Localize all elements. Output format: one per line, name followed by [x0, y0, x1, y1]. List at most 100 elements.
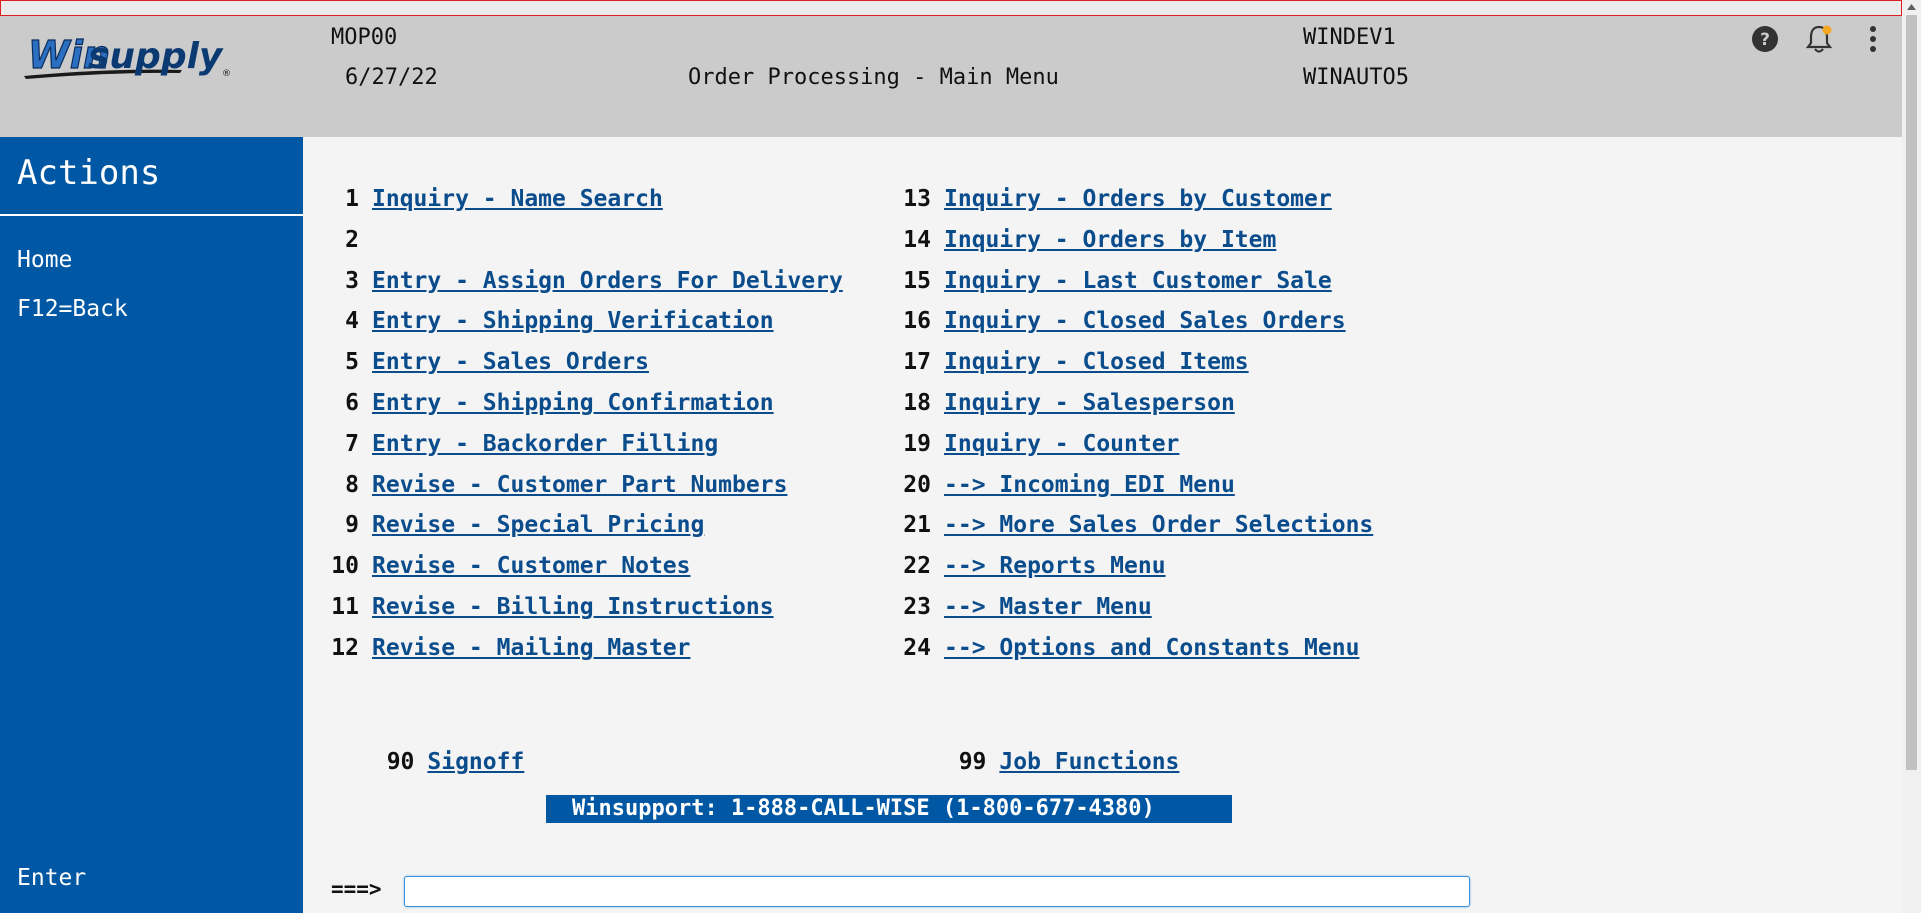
menu-option-number: 9	[345, 512, 359, 539]
menu-row-signoff: 90 Signoff	[303, 711, 525, 775]
header-bar: Win supply ® MOP00 6/27/22 Order Process…	[0, 16, 1902, 137]
scroll-up-arrow-icon[interactable]	[1902, 0, 1921, 14]
command-prompt: ===>	[331, 877, 382, 901]
command-input[interactable]	[404, 876, 1470, 907]
vertical-scrollbar[interactable]	[1902, 0, 1921, 913]
menu-option-link[interactable]: Inquiry - Salesperson	[944, 390, 1235, 416]
menu-row: 17 Inquiry - Closed Items	[875, 345, 1249, 379]
menu-option-link[interactable]: Revise - Billing Instructions	[372, 594, 774, 620]
menu-row: 12 Revise - Mailing Master	[303, 631, 691, 665]
menu-option-link[interactable]: Revise - Customer Part Numbers	[372, 472, 787, 498]
sidebar-item-home[interactable]: Home	[17, 247, 72, 273]
menu-row: 14 Inquiry - Orders by Item	[875, 223, 1276, 257]
menu-option-number: 1	[345, 186, 359, 212]
svg-text:?: ?	[1760, 30, 1770, 50]
menu-option-link[interactable]: Inquiry - Orders by Item	[944, 227, 1276, 253]
menu-option-number: 3	[345, 267, 359, 294]
menu-option-link[interactable]: --> Master Menu	[944, 594, 1152, 620]
menu-option-number: 99	[958, 749, 987, 775]
menu-row: 16 Inquiry - Closed Sales Orders	[875, 304, 1346, 338]
menu-option-number: 7	[345, 430, 359, 457]
bell-icon[interactable]	[1802, 22, 1836, 56]
menu-option-link[interactable]: Inquiry - Orders by Customer	[944, 186, 1332, 212]
user-name: WINAUTO5	[1303, 65, 1409, 90]
menu-option-number: 24	[903, 634, 931, 661]
sidebar-title: Actions	[17, 153, 161, 193]
help-icon[interactable]: ?	[1748, 22, 1782, 56]
menu-option-link[interactable]: --> Options and Constants Menu	[944, 635, 1359, 661]
menu-row: 15 Inquiry - Last Customer Sale	[875, 264, 1332, 298]
menu-option-number: 90	[386, 749, 415, 775]
menu-option-link[interactable]: --> More Sales Order Selections	[944, 512, 1373, 538]
menu-option-number: 22	[903, 553, 931, 580]
enter-button[interactable]: Enter	[17, 865, 86, 891]
menu-row: 1 Inquiry - Name Search	[303, 182, 663, 216]
menu-row: 2	[303, 223, 372, 257]
menu-option-link[interactable]: Revise - Special Pricing	[372, 512, 704, 538]
scrollbar-thumb[interactable]	[1906, 15, 1917, 770]
menu-option-link[interactable]: Inquiry - Closed Sales Orders	[944, 308, 1346, 334]
menu-option-job-functions[interactable]: Job Functions	[999, 749, 1179, 775]
sidebar-divider	[0, 214, 303, 216]
notification-dot	[1822, 25, 1832, 35]
menu-option-link[interactable]: Revise - Customer Notes	[372, 553, 691, 579]
menu-option-number: 23	[903, 594, 931, 620]
menu-row: 3 Entry - Assign Orders For Delivery	[303, 264, 843, 298]
system-name: WINDEV1	[1303, 25, 1396, 50]
menu-option-number: 12	[331, 634, 359, 661]
menu-option-link[interactable]: --> Incoming EDI Menu	[944, 472, 1235, 498]
sidebar-item-f12-back[interactable]: F12=Back	[17, 296, 128, 322]
menu-option-link[interactable]: Entry - Sales Orders	[372, 349, 649, 375]
menu-option-number: 21	[903, 512, 931, 539]
menu-row: 21 --> More Sales Order Selections	[875, 508, 1373, 542]
menu-option-link[interactable]: Inquiry - Last Customer Sale	[944, 268, 1332, 294]
menu-row: 24 --> Options and Constants Menu	[875, 631, 1359, 665]
menu-option-signoff[interactable]: Signoff	[427, 749, 524, 775]
menu-option-number: 18	[903, 390, 931, 416]
menu-row: 4 Entry - Shipping Verification	[303, 304, 774, 338]
current-date: 6/27/22	[345, 65, 438, 90]
menu-row: 13 Inquiry - Orders by Customer	[875, 182, 1332, 216]
menu-option-number: 14	[903, 226, 931, 253]
menu-option-number: 11	[331, 594, 359, 620]
support-banner: Winsupport: 1-888-CALL-WISE (1-800-677-4…	[546, 795, 1232, 823]
menu-option-number: 8	[345, 471, 359, 498]
menu-option-number: 10	[331, 553, 359, 580]
window-top-border	[0, 0, 1902, 16]
menu-row-job-functions: 99 Job Functions	[875, 711, 1180, 775]
menu-option-number: 19	[903, 430, 931, 457]
menu-option-number: 16	[903, 308, 931, 335]
menu-row: 7 Entry - Backorder Filling	[303, 427, 718, 461]
menu-option-number: 20	[903, 471, 931, 498]
menu-option-link[interactable]: Inquiry - Name Search	[372, 186, 663, 212]
menu-row: 6 Entry - Shipping Confirmation	[303, 386, 774, 420]
menu-row: 5 Entry - Sales Orders	[303, 345, 649, 379]
menu-option-number: 4	[345, 308, 359, 335]
menu-option-link[interactable]: Entry - Shipping Confirmation	[372, 390, 774, 416]
more-vertical-icon[interactable]	[1856, 22, 1890, 56]
menu-row: 20 --> Incoming EDI Menu	[875, 468, 1235, 502]
menu-row: 8 Revise - Customer Part Numbers	[303, 468, 787, 502]
menu-option-number: 13	[903, 186, 931, 212]
actions-sidebar: Actions Home F12=Back Enter	[0, 137, 303, 913]
menu-option-number: 17	[903, 349, 931, 376]
menu-option-number: 2	[345, 226, 359, 253]
menu-row: 19 Inquiry - Counter	[875, 427, 1179, 461]
page-title: Order Processing - Main Menu	[688, 65, 1059, 90]
menu-row: 11 Revise - Billing Instructions	[303, 590, 774, 624]
menu-row: 18 Inquiry - Salesperson	[875, 386, 1235, 420]
menu-area: 1 Inquiry - Name Search 2 3 Entry - Assign O…	[303, 137, 1902, 913]
svg-text:®: ®	[222, 69, 231, 79]
menu-option-link[interactable]: Inquiry - Counter	[944, 431, 1179, 457]
menu-option-link[interactable]: Entry - Backorder Filling	[372, 431, 718, 457]
menu-option-number: 5	[345, 349, 359, 376]
menu-option-link[interactable]: Entry - Shipping Verification	[372, 308, 774, 334]
menu-option-number: 15	[903, 267, 931, 294]
menu-option-link[interactable]: Entry - Assign Orders For Delivery	[372, 268, 843, 294]
menu-row: 22 --> Reports Menu	[875, 549, 1166, 583]
menu-option-link[interactable]: --> Reports Menu	[944, 553, 1166, 579]
winsupply-logo: Win supply ®	[24, 32, 231, 79]
menu-option-link[interactable]: Revise - Mailing Master	[372, 635, 691, 661]
menu-row: 9 Revise - Special Pricing	[303, 508, 704, 542]
menu-option-link[interactable]: Inquiry - Closed Items	[944, 349, 1249, 375]
